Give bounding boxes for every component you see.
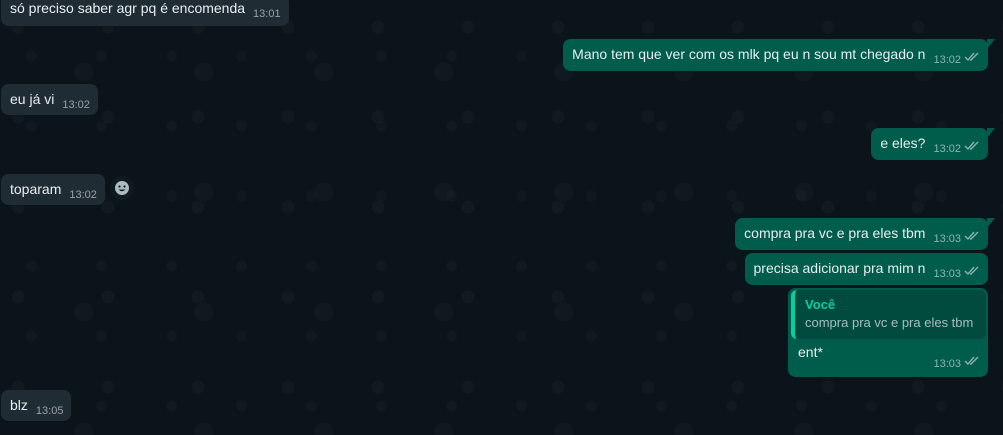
outgoing-message[interactable]: precisa adicionar pra mim n 13:03 bbox=[744, 253, 988, 285]
message-text: Mano tem que ver com os mlk pq eu n sou … bbox=[572, 46, 926, 62]
message-text: compra pra vc e pra eles tbm bbox=[744, 225, 926, 241]
message-text: blz bbox=[10, 397, 28, 413]
message-text: só preciso saber agr pq é encomenda bbox=[10, 0, 246, 16]
chat-conversation-pane: só preciso saber agr pq é encomenda 13:01… bbox=[0, 0, 1003, 435]
quoted-message-text: compra pra vc e pra eles tbm bbox=[805, 315, 974, 330]
outgoing-message[interactable]: e eles? 13:02 bbox=[871, 128, 995, 160]
incoming-message[interactable]: toparam 13:02 bbox=[1, 174, 105, 205]
double-check-icon bbox=[964, 265, 980, 276]
double-check-icon bbox=[964, 355, 980, 366]
smiley-face-icon[interactable] bbox=[110, 176, 134, 200]
quoted-message-author: Você bbox=[805, 297, 836, 312]
message-time: 13:01 bbox=[253, 8, 281, 20]
message-time: 13:02 bbox=[69, 189, 97, 201]
message-text: precisa adicionar pra mim n bbox=[753, 260, 926, 276]
quoted-message[interactable]: Você compra pra vc e pra eles tbm bbox=[791, 290, 986, 339]
message-time: 13:02 bbox=[62, 99, 90, 111]
outgoing-message[interactable]: compra pra vc e pra eles tbm 13:03 bbox=[735, 218, 995, 250]
incoming-message[interactable]: blz 13:05 bbox=[1, 390, 72, 421]
double-check-icon bbox=[964, 51, 980, 62]
reply-message[interactable]: Você compra pra vc e pra eles tbm ent* 1… bbox=[788, 288, 988, 377]
message-time: 13:02 bbox=[933, 54, 961, 66]
message-text: ent* bbox=[798, 344, 823, 360]
outgoing-message[interactable]: Mano tem que ver com os mlk pq eu n sou … bbox=[563, 39, 995, 71]
double-check-icon bbox=[964, 230, 980, 241]
message-time: 13:05 bbox=[35, 405, 64, 417]
message-time: 13:03 bbox=[933, 233, 961, 245]
incoming-message[interactable]: eu já vi 13:02 bbox=[1, 84, 98, 115]
message-time: 13:03 bbox=[933, 268, 961, 280]
message-time: 13:02 bbox=[933, 143, 961, 155]
incoming-message[interactable]: só preciso saber agr pq é encomenda 13:01 bbox=[1, 0, 289, 26]
double-check-icon bbox=[964, 140, 980, 151]
message-text: toparam bbox=[10, 181, 62, 197]
message-time: 13:03 bbox=[933, 358, 961, 370]
message-text: eu já vi bbox=[10, 91, 55, 107]
message-text: e eles? bbox=[880, 135, 926, 151]
